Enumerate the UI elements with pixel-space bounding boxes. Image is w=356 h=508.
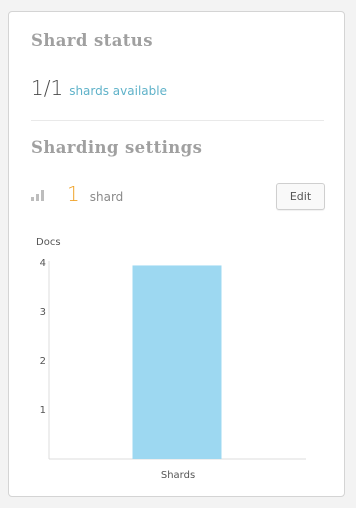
y-tick-label: 3 (40, 307, 46, 318)
chart-bars (132, 265, 222, 459)
bar-shards (132, 265, 222, 459)
shard-panel: Shard status 1/1 shards available Shardi… (8, 11, 345, 497)
y-axis-label: Docs (36, 237, 61, 248)
x-axis-label: Shards (161, 470, 195, 481)
y-tick-label: 1 (40, 405, 46, 416)
y-tick-label: 4 (40, 258, 46, 269)
y-tick-label: 2 (40, 356, 46, 367)
docs-chart: Docs 1 2 3 4 Shards (36, 237, 306, 481)
